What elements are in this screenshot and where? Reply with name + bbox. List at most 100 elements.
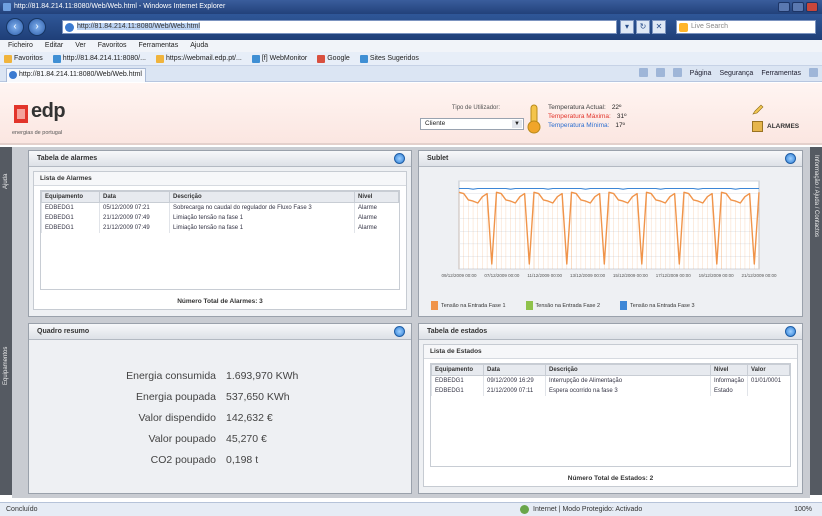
alarms-label: ALARMES: [767, 123, 800, 130]
temp-actual-label: Temperatura Actual:: [548, 104, 606, 111]
alarms-panel: Tabela de alarmes Lista de Alarmes Equip…: [28, 150, 412, 317]
browser-tab[interactable]: http://81.84.214.11:8080/Web/Web.html: [6, 68, 146, 82]
favorite-link-1[interactable]: http://81.84.214.11:8080/...: [52, 52, 146, 65]
summary-label: Energia consumida: [126, 370, 216, 382]
summary-label: Valor dispendido: [138, 412, 216, 424]
states-list-title: Lista de Estados: [424, 345, 797, 359]
table-row[interactable]: EDBEDG1 21/12/2009 07:11 Espera ocorrido…: [431, 386, 790, 396]
alarms-col-level[interactable]: Nível: [354, 191, 399, 203]
tab-label: http://81.84.214.11:8080/Web/Web.html: [19, 71, 142, 78]
menu-favorites[interactable]: Favoritos: [98, 40, 127, 52]
address-buttons: ▾ ↻ ✕: [620, 20, 666, 34]
states-col-date[interactable]: Data: [483, 364, 546, 376]
cell-value: 01/01/0001: [747, 375, 790, 386]
favorite-link-2[interactable]: https://webmail.edp.pt/...: [155, 52, 242, 65]
page-icon: [155, 54, 164, 63]
rail-equipment-label[interactable]: Equipamentos: [3, 347, 9, 385]
dashboard: Tabela de alarmes Lista de Alarmes Equip…: [12, 147, 810, 498]
back-button[interactable]: ‹: [6, 18, 24, 36]
cell-level: Alarme: [354, 213, 399, 223]
minimize-button[interactable]: [778, 2, 790, 12]
menu-file[interactable]: Ficheiro: [8, 40, 33, 52]
forward-button[interactable]: ›: [28, 18, 46, 36]
zoom-level[interactable]: 100%: [794, 503, 812, 516]
states-col-description[interactable]: Descrição: [545, 364, 711, 376]
x-tick-label: 21/12/2009 00:00: [741, 273, 777, 278]
states-panel-title: Tabela de estados: [419, 324, 802, 340]
tools-menu[interactable]: Ferramentas: [761, 68, 801, 80]
home-icon[interactable]: [638, 68, 648, 77]
status-text: Concluído: [6, 506, 38, 513]
favorite-link-3[interactable]: [f] WebMonitor: [251, 52, 307, 65]
feeds-icon[interactable]: [655, 68, 665, 77]
thermometer-icon: [527, 104, 541, 134]
star-icon: [4, 54, 12, 63]
alarms-col-equipment[interactable]: Equipamento: [41, 191, 100, 203]
safety-menu[interactable]: Segurança: [719, 68, 753, 80]
legend-swatch: [620, 301, 628, 310]
menu-tools[interactable]: Ferramentas: [139, 40, 179, 52]
print-icon[interactable]: [672, 68, 682, 77]
cell-level: Alarme: [354, 223, 399, 233]
cell-description: Sobrecarga no caudal do regulador de Flu…: [169, 202, 355, 213]
states-col-level[interactable]: Nível: [709, 364, 749, 376]
alarms-button[interactable]: ALARMES: [752, 121, 799, 132]
summary-row: Energia poupada 537,650 KWh: [29, 388, 411, 406]
search-input[interactable]: Live Search: [676, 20, 816, 34]
states-col-value[interactable]: Valor: [747, 364, 790, 376]
alarms-col-date[interactable]: Data: [99, 191, 170, 203]
chart-panel: Sublet 09/12/2009 00:00 07/12/2009 00:00 1…: [418, 150, 803, 317]
summary-value: 142,632 €: [226, 412, 273, 424]
chevron-down-icon: ▼: [512, 120, 522, 128]
table-row[interactable]: EDBEDG1 05/12/2009 07:21 Sobrecarga no c…: [41, 202, 399, 213]
menu-help[interactable]: Ajuda: [190, 40, 208, 52]
rail-help-label[interactable]: Ajuda: [3, 174, 9, 189]
temp-max-value: 31º: [616, 113, 627, 120]
table-row[interactable]: EDBEDG1 09/12/2009 16:29 Interrupção de …: [431, 375, 790, 386]
cell-equipment: EDBEDG1: [41, 223, 100, 233]
cell-level: Informação: [709, 375, 748, 386]
refresh-icon[interactable]: [394, 153, 405, 164]
table-row[interactable]: EDBEDG1 21/12/2009 07:49 Limiação tensão…: [41, 213, 399, 223]
states-col-equipment[interactable]: Equipamento: [431, 364, 484, 376]
summary-label: CO2 poupado: [150, 454, 216, 466]
cell-equipment: EDBEDG1: [41, 213, 100, 223]
page-icon: [251, 54, 260, 63]
page-menu[interactable]: Página: [690, 68, 712, 80]
alarms-col-description[interactable]: Descrição: [169, 191, 355, 203]
states-panel: Tabela de estados Lista de Estados Equip…: [418, 323, 803, 494]
stop-icon[interactable]: ✕: [652, 20, 666, 34]
summary-row: Valor poupado 45,270 €: [29, 430, 411, 448]
summary-row: CO2 poupado 0,198 t: [29, 451, 411, 469]
refresh-icon[interactable]: [394, 326, 405, 337]
cell-value: [747, 386, 790, 396]
pencil-icon[interactable]: [752, 103, 764, 115]
refresh-icon[interactable]: [785, 153, 796, 164]
maximize-button[interactable]: [792, 2, 804, 12]
menu-edit[interactable]: Editar: [45, 40, 63, 52]
temp-min-value: 17º: [615, 122, 626, 129]
logo-text: edp: [31, 100, 66, 122]
favorite-link-5[interactable]: Sites Sugeridos: [359, 52, 419, 65]
favorites-button[interactable]: Favoritos: [4, 52, 43, 65]
alarms-panel-title: Tabela de alarmes: [29, 151, 411, 167]
table-row[interactable]: EDBEDG1 21/12/2009 07:49 Limiação tensão…: [41, 223, 399, 233]
left-rail: Ajuda Equipamentos: [0, 147, 12, 495]
menu-view[interactable]: Ver: [75, 40, 86, 52]
user-type-select[interactable]: Cliente ▼: [420, 118, 524, 130]
cell-level: Estado: [709, 386, 748, 396]
compat-view-icon[interactable]: ▾: [620, 20, 634, 34]
refresh-icon[interactable]: ↻: [636, 20, 650, 34]
close-button[interactable]: [806, 2, 818, 12]
summary-label: Valor poupado: [148, 433, 216, 445]
help-icon[interactable]: [809, 68, 818, 77]
url-input[interactable]: http://81.84.214.11:8080/Web/Web.html: [62, 20, 617, 34]
chart-legend: Tensão na Entrada Fase 1 Tensão na Entra…: [431, 301, 794, 310]
security-zone[interactable]: Internet | Modo Protegido: Activado: [520, 503, 642, 516]
live-search-icon: [679, 23, 688, 32]
search-placeholder: Live Search: [691, 23, 728, 30]
rail-info-label[interactable]: Informação / Ajuda / Contactos: [813, 155, 819, 237]
refresh-icon[interactable]: [785, 326, 796, 337]
url-text: http://81.84.214.11:8080/Web/Web.html: [77, 23, 200, 30]
favorite-link-4[interactable]: Google: [317, 52, 350, 65]
